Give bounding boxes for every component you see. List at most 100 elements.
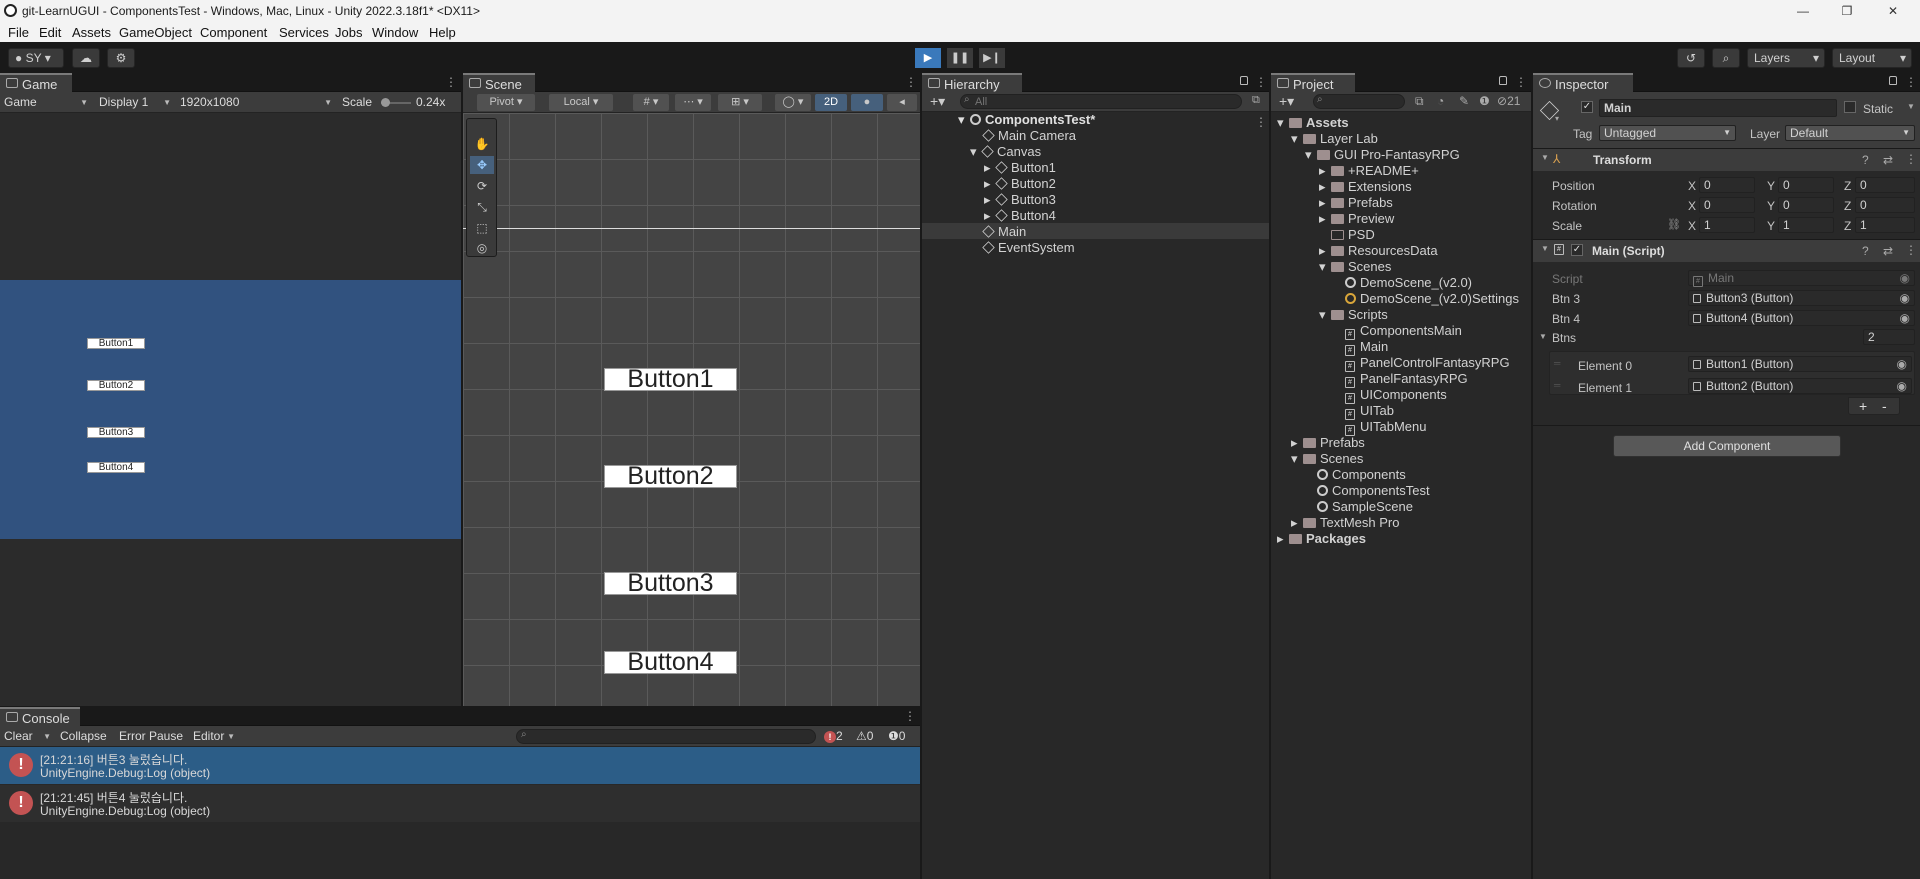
more-icon[interactable]: ⋮ xyxy=(1905,152,1917,166)
2d-toggle[interactable]: 2D xyxy=(815,94,847,111)
clear-dropdown[interactable]: Clear ▼ xyxy=(4,728,51,745)
scene-button1[interactable]: Button1 xyxy=(604,367,737,392)
project-search-input[interactable] xyxy=(1313,94,1405,109)
tree-item-panelfantasy[interactable]: # PanelFantasyRPG xyxy=(1345,371,1468,388)
lock-icon[interactable] xyxy=(1240,76,1248,85)
tab-game[interactable]: Game xyxy=(0,73,72,92)
tree-item-assets[interactable]: ▾ Assets xyxy=(1277,115,1349,130)
draw-mode-button[interactable]: ◯ ▾ xyxy=(775,94,811,111)
collapse-toggle[interactable]: Collapse xyxy=(60,728,107,745)
drag-handle-icon[interactable]: ═ xyxy=(1554,358,1560,368)
object-name-field[interactable]: Main xyxy=(1599,99,1837,117)
account-button[interactable]: ● SY ▾ xyxy=(8,48,64,68)
log-count-toggle[interactable]: ! 2 xyxy=(824,728,843,745)
cloud-button[interactable]: ☁ xyxy=(72,48,100,68)
tree-item-scenes[interactable]: ▾ Scenes xyxy=(1319,259,1391,274)
tag-dropdown[interactable]: Untagged ▼ xyxy=(1599,125,1736,141)
tab-console[interactable]: Console xyxy=(0,707,80,726)
incremental-snap-button[interactable]: ⊞ ▾ xyxy=(718,94,762,111)
chevron-down-icon[interactable]: ▼ xyxy=(1539,332,1547,341)
display-dropdown[interactable]: Display 1 ▼ xyxy=(99,94,171,111)
tree-item-resourcesdata[interactable]: ▸ ResourcesData xyxy=(1319,243,1438,258)
scale-y-field[interactable]: 1 xyxy=(1778,217,1834,233)
add-icon[interactable]: +▾ xyxy=(1279,93,1294,110)
menu-help[interactable]: Help xyxy=(429,25,456,40)
scene-button3[interactable]: Button3 xyxy=(604,571,737,596)
more-icon[interactable]: ⋮ xyxy=(1905,243,1917,257)
scale-z-field[interactable]: 1 xyxy=(1855,217,1915,233)
resolution-dropdown[interactable]: 1920x1080 ▼ xyxy=(180,94,332,111)
drag-handle-icon[interactable]: ═ xyxy=(1554,380,1560,390)
maximize-button[interactable]: ❐ xyxy=(1832,2,1862,20)
add-element-button[interactable]: + xyxy=(1859,398,1867,414)
search-by-label-icon[interactable]: ◔ xyxy=(1437,94,1444,108)
scene-button4[interactable]: Button4 xyxy=(604,650,737,675)
rotation-x-field[interactable]: 0 xyxy=(1699,197,1755,213)
lighting-toggle[interactable]: ● xyxy=(851,94,883,111)
more-icon[interactable]: ⋮ xyxy=(1905,75,1917,89)
lock-icon[interactable] xyxy=(1499,76,1507,85)
preset-icon[interactable]: ⇄ xyxy=(1883,244,1893,258)
rotation-y-field[interactable]: 0 xyxy=(1778,197,1834,213)
tree-item-button2[interactable]: ▸ Button2 xyxy=(984,176,1056,191)
pivot-dropdown[interactable]: Pivot ▾ xyxy=(477,94,535,111)
tree-item-extensions[interactable]: ▸ Extensions xyxy=(1319,179,1412,194)
active-checkbox[interactable]: ✓ xyxy=(1581,101,1593,113)
preset-icon[interactable]: ⇄ xyxy=(1883,153,1893,167)
game-button3[interactable]: Button3 xyxy=(87,427,145,438)
tree-item-packages[interactable]: ▸ Packages xyxy=(1277,531,1366,546)
tree-item-demoscene-settings[interactable]: DemoScene_(v2.0)Settings xyxy=(1345,291,1519,306)
pause-button[interactable]: ❚❚ xyxy=(947,48,973,68)
tree-item-canvas[interactable]: ▾ Canvas xyxy=(970,144,1041,159)
console-entry[interactable]: ! [21:21:45] 버튼4 눌렀습니다. UnityEngine.Debu… xyxy=(0,785,920,822)
tab-scene[interactable]: Scene xyxy=(463,73,535,92)
tree-item-samplescene[interactable]: SampleScene xyxy=(1317,499,1413,514)
tree-item-componentstest[interactable]: ▾ ComponentsTest* xyxy=(958,112,1095,127)
static-checkbox[interactable] xyxy=(1844,101,1856,113)
lock-icon[interactable] xyxy=(1889,76,1897,85)
tree-item-prefabs[interactable]: ▸ Prefabs xyxy=(1319,195,1393,210)
layout-dropdown[interactable]: Layout ▾ xyxy=(1832,48,1912,68)
scene-button2[interactable]: Button2 xyxy=(604,464,737,489)
element1-field[interactable]: Button2 (Button) ◉ xyxy=(1688,378,1912,394)
rect-tool-icon[interactable]: ⬚ xyxy=(470,219,494,237)
rotate-tool-icon[interactable]: ⟳ xyxy=(470,177,494,195)
tab-hierarchy[interactable]: Hierarchy xyxy=(922,73,1022,92)
help-icon[interactable]: ? xyxy=(1862,244,1869,258)
tree-item-button1[interactable]: ▸ Button1 xyxy=(984,160,1056,175)
add-component-button[interactable]: Add Component xyxy=(1613,435,1841,457)
help-icon[interactable]: ? xyxy=(1862,153,1869,167)
more-icon[interactable]: ⋮ xyxy=(1255,75,1267,89)
menu-window[interactable]: Window xyxy=(372,25,418,40)
layer-dropdown[interactable]: Default ▼ xyxy=(1785,125,1915,141)
menu-edit[interactable]: Edit xyxy=(39,25,61,40)
search-by-type-icon[interactable]: ⧉ xyxy=(1415,94,1424,109)
tree-item-componentstest-scene[interactable]: ComponentsTest xyxy=(1317,483,1430,498)
tree-item-textmeshpro[interactable]: ▸ TextMesh Pro xyxy=(1291,515,1399,530)
collab-button[interactable]: ⚙ xyxy=(107,48,135,68)
play-button[interactable]: ▶ xyxy=(915,48,941,68)
tree-item-panelcontrol[interactable]: # PanelControlFantasyRPG xyxy=(1345,355,1510,372)
menu-services[interactable]: Services xyxy=(279,25,329,40)
tab-inspector[interactable]: Inspector xyxy=(1533,73,1633,92)
script-enabled-checkbox[interactable]: ✓ xyxy=(1571,244,1583,256)
tree-item-main-camera[interactable]: Main Camera xyxy=(982,128,1076,143)
position-z-field[interactable]: 0 xyxy=(1855,177,1915,193)
snap-increment-button[interactable]: ⋯ ▾ xyxy=(675,94,711,111)
more-icon[interactable]: ⋮ xyxy=(445,75,457,89)
target-icon[interactable]: ◉ xyxy=(1900,311,1910,325)
transform-header[interactable]: ▼ ⅄ Transform ? ⇄ ⋮ xyxy=(1533,149,1920,171)
tree-item-layer-lab[interactable]: ▾ Layer Lab xyxy=(1291,131,1378,146)
scene-view[interactable]: ✋ ✥ ⟳ ⤡ ⬚ ◎ Button1 Button2 Button3 Butt… xyxy=(463,113,920,706)
position-x-field[interactable]: 0 xyxy=(1699,177,1755,193)
scale-tool-icon[interactable]: ⤡ xyxy=(470,198,494,216)
remove-element-button[interactable]: - xyxy=(1882,398,1887,414)
tag-icon[interactable]: ✎ xyxy=(1459,94,1469,108)
scale-slider-handle[interactable] xyxy=(381,98,390,107)
game-button2[interactable]: Button2 xyxy=(87,380,145,391)
tree-item-uitabmenu[interactable]: # UITabMenu xyxy=(1345,419,1426,436)
search-button[interactable]: ⌕ xyxy=(1712,48,1740,68)
history-button[interactable]: ↺ xyxy=(1677,48,1705,68)
close-button[interactable]: ✕ xyxy=(1878,2,1908,20)
tree-item-scripts[interactable]: ▾ Scripts xyxy=(1319,307,1388,322)
